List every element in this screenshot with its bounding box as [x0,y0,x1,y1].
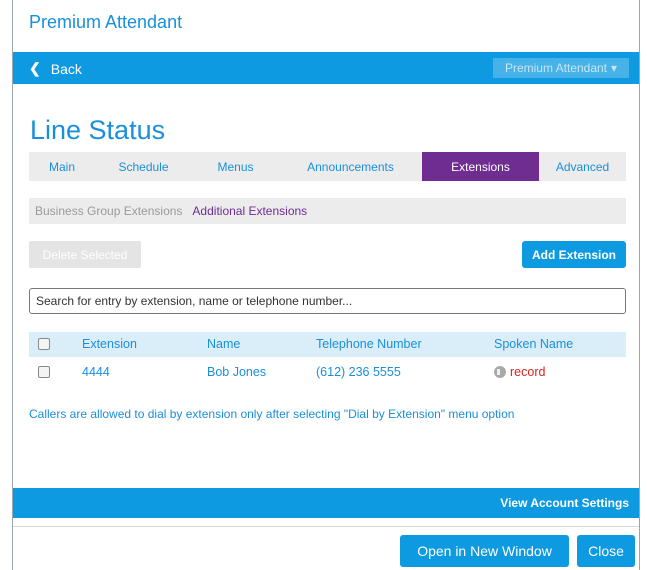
open-new-window-button[interactable]: Open in New Window [400,535,569,567]
subnav-additional-extensions[interactable]: Additional Extensions [192,204,307,218]
cell-extension[interactable]: 4444 [82,365,110,379]
chevron-left-icon: ❮ [29,60,41,76]
tab-extensions[interactable]: Extensions [422,152,539,181]
delete-selected-button[interactable]: Delete Selected [29,241,141,268]
select-all-checkbox[interactable] [38,338,50,350]
caret-down-icon: ▾ [611,61,618,75]
back-button[interactable]: ❮ Back [29,60,82,77]
close-button[interactable]: Close [577,535,635,567]
tab-advanced[interactable]: Advanced [539,152,626,181]
tab-schedule[interactable]: Schedule [95,152,192,181]
record-link[interactable]: record [494,365,545,379]
cell-telephone: (612) 236 5555 [316,365,401,379]
sub-nav: Business Group Extensions Additional Ext… [29,198,626,224]
header-spoken-name[interactable]: Spoken Name [494,337,573,351]
header-telephone[interactable]: Telephone Number [316,337,422,351]
table-header: Extension Name Telephone Number Spoken N… [29,332,626,357]
tab-menus[interactable]: Menus [192,152,279,181]
footer-divider [13,526,639,527]
tab-bar: Main Schedule Menus Announcements Extens… [29,152,626,181]
bottom-bar: View Account Settings [13,488,639,518]
tab-main[interactable]: Main [29,152,95,181]
top-bar: ❮ Back Premium Attendant ▾ [13,52,639,84]
app-frame: Premium Attendant ❮ Back Premium Attenda… [12,0,640,570]
view-account-settings-link[interactable]: View Account Settings [500,496,629,510]
speaker-icon [494,366,506,378]
info-note: Callers are allowed to dial by extension… [29,407,515,421]
record-label: record [510,365,546,379]
tab-announcements[interactable]: Announcements [279,152,422,181]
app-dropdown[interactable]: Premium Attendant ▾ [493,58,629,78]
back-label: Back [50,60,82,77]
app-title: Premium Attendant [29,12,183,32]
header-extension[interactable]: Extension [82,337,137,351]
row-checkbox[interactable] [38,366,50,378]
header-name[interactable]: Name [207,337,240,351]
add-extension-button[interactable]: Add Extension [522,241,626,268]
app-dropdown-label: Premium Attendant [504,61,608,75]
search-input[interactable] [29,288,626,314]
table-row: 4444 Bob Jones (612) 236 5555 record [29,360,626,385]
page-title: Line Status [30,115,166,145]
cell-name: Bob Jones [207,365,267,379]
subnav-business-group-extensions[interactable]: Business Group Extensions [35,204,182,218]
